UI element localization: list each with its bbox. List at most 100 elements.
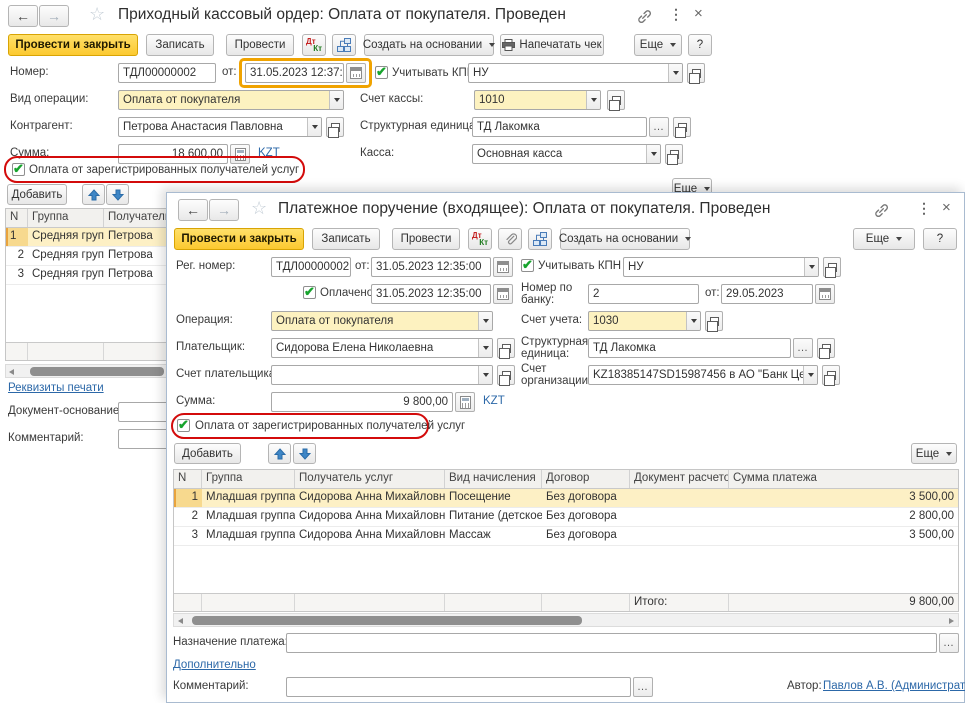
create-based-on-button[interactable]: Создать на основании xyxy=(364,34,494,56)
dropdown-arrow-icon[interactable] xyxy=(478,339,492,357)
save-button[interactable]: Записать xyxy=(312,228,380,250)
post-button[interactable]: Провести xyxy=(226,34,294,56)
help-button[interactable]: ? xyxy=(688,34,712,56)
dropdown-arrow-icon[interactable] xyxy=(804,258,818,276)
table-row[interactable]: 2 Младшая группа Сидорова Анна Михайловн… xyxy=(174,508,958,527)
contractor-open-button[interactable] xyxy=(326,117,344,137)
scroll-left-icon[interactable] xyxy=(9,369,14,375)
table-row[interactable]: 1 Младшая группа Сидорова Анна Михайловн… xyxy=(174,489,958,508)
cash-account-open-button[interactable] xyxy=(607,90,625,110)
col-group[interactable]: Группа xyxy=(28,209,104,227)
favorite-star-icon[interactable]: ☆ xyxy=(251,198,267,219)
document-structure-button[interactable] xyxy=(332,34,356,56)
additional-link[interactable]: Дополнительно xyxy=(173,659,256,671)
structural-unit-open-button[interactable] xyxy=(673,117,691,137)
cashbox-open-button[interactable] xyxy=(665,144,683,164)
post-and-close-button[interactable]: Провести и закрыть xyxy=(174,228,304,250)
calendar-button[interactable] xyxy=(493,257,513,277)
dropdown-arrow-icon[interactable] xyxy=(686,312,700,330)
post-button[interactable]: Провести xyxy=(392,228,460,250)
purpose-choose-button[interactable]: … xyxy=(939,633,959,653)
col-n[interactable]: N xyxy=(6,209,28,227)
kpn-open-button[interactable] xyxy=(823,257,841,277)
operation-kind-select[interactable]: Оплата от покупателя xyxy=(118,90,344,110)
save-button[interactable]: Записать xyxy=(146,34,214,56)
document-structure-button[interactable] xyxy=(528,228,552,250)
number-input[interactable]: ТДЛ00000002 xyxy=(118,63,216,83)
table-row[interactable]: 3 Средняя группа Петрова xyxy=(6,266,166,285)
payer-account-select[interactable] xyxy=(271,365,493,385)
cashbox-select[interactable]: Основная касса xyxy=(472,144,661,164)
dt-kt-button[interactable]: ДтКт xyxy=(302,34,326,56)
attachments-button[interactable] xyxy=(498,228,522,250)
calendar-button[interactable] xyxy=(815,284,835,304)
paid-date-input[interactable]: 31.05.2023 12:35:00 xyxy=(371,284,491,304)
col-settlement-doc[interactable]: Документ расчетов xyxy=(630,470,729,488)
col-recipient[interactable]: Получатель услуг xyxy=(104,209,166,227)
more-menu-icon[interactable]: ⋮ xyxy=(669,6,683,23)
kpn-checkbox[interactable] xyxy=(375,66,388,79)
payer-open-button[interactable] xyxy=(497,338,515,358)
forward-button[interactable]: → xyxy=(209,199,239,221)
contractor-select[interactable]: Петрова Анастасия Павловна xyxy=(118,117,322,137)
registered-recipients-checkbox[interactable] xyxy=(12,163,25,176)
dropdown-arrow-icon[interactable] xyxy=(478,312,492,330)
account-open-button[interactable] xyxy=(705,311,723,331)
org-account-select[interactable]: KZ18385147SD15987456 в АО "Банк Центр xyxy=(588,365,818,385)
structural-unit-choose-button[interactable]: … xyxy=(649,117,669,137)
add-row-button[interactable]: Добавить xyxy=(7,184,67,205)
move-down-button[interactable] xyxy=(293,443,316,464)
kpn-open-button[interactable] xyxy=(687,63,705,83)
table-row[interactable]: 1 Средняя группа Петрова xyxy=(6,228,166,247)
structural-unit-input[interactable]: ТД Лакомка xyxy=(588,338,791,358)
back-button[interactable]: ← xyxy=(8,5,38,27)
col-recipient[interactable]: Получатель услуг xyxy=(295,470,445,488)
col-group[interactable]: Группа xyxy=(202,470,295,488)
calendar-button[interactable] xyxy=(346,63,366,83)
table-more-button[interactable]: Еще xyxy=(911,443,957,464)
add-row-button[interactable]: Добавить xyxy=(174,443,241,464)
scroll-left-icon[interactable] xyxy=(178,618,183,624)
cash-account-select[interactable]: 1010 xyxy=(474,90,601,110)
table-row[interactable]: 3 Младшая группа Сидорова Анна Михайловн… xyxy=(174,527,958,546)
more-actions-button[interactable]: Еще xyxy=(634,34,682,56)
date-input[interactable]: 31.05.2023 12:37:00 xyxy=(245,63,344,83)
back-button[interactable]: ← xyxy=(178,199,208,221)
account-select[interactable]: 1030 xyxy=(588,311,701,331)
post-and-close-button[interactable]: Провести и закрыть xyxy=(8,34,138,56)
forward-button[interactable]: → xyxy=(39,5,69,27)
move-up-button[interactable] xyxy=(268,443,291,464)
print-details-link[interactable]: Реквизиты печати xyxy=(8,382,104,394)
structural-unit-open-button[interactable] xyxy=(817,338,835,358)
table-hscrollbar[interactable] xyxy=(173,613,959,627)
scrollbar-thumb[interactable] xyxy=(30,367,164,376)
org-account-open-button[interactable] xyxy=(822,365,840,385)
doc-base-input[interactable] xyxy=(118,402,168,422)
kpn-select[interactable]: НУ xyxy=(623,257,819,277)
dropdown-arrow-icon[interactable] xyxy=(668,64,682,82)
move-down-button[interactable] xyxy=(106,184,129,205)
more-actions-button[interactable]: Еще xyxy=(853,228,915,250)
calculator-button[interactable] xyxy=(455,392,475,412)
structural-unit-input[interactable]: ТД Лакомка xyxy=(472,117,647,137)
comment-input[interactable] xyxy=(286,677,631,697)
calendar-button[interactable] xyxy=(493,284,513,304)
bank-date-input[interactable]: 29.05.2023 xyxy=(721,284,813,304)
dropdown-arrow-icon[interactable] xyxy=(586,91,600,109)
paid-checkbox[interactable] xyxy=(303,286,316,299)
get-link-icon[interactable] xyxy=(873,202,890,219)
close-icon[interactable]: × xyxy=(942,199,951,216)
comment-choose-button[interactable]: … xyxy=(633,677,653,697)
dropdown-arrow-icon[interactable] xyxy=(646,145,660,163)
dt-kt-button[interactable]: ДтКт xyxy=(468,228,492,250)
purpose-input[interactable] xyxy=(286,633,937,653)
col-payment-amount[interactable]: Сумма платежа xyxy=(729,470,958,488)
amount-input[interactable]: 9 800,00 xyxy=(271,392,453,412)
payer-select[interactable]: Сидорова Елена Николаевна xyxy=(271,338,493,358)
currency-link[interactable]: KZT xyxy=(483,395,505,407)
table-hscrollbar[interactable] xyxy=(5,364,167,378)
get-link-icon[interactable] xyxy=(636,8,653,25)
structural-unit-choose-button[interactable]: … xyxy=(793,338,813,358)
dropdown-arrow-icon[interactable] xyxy=(803,366,817,384)
registered-recipients-checkbox[interactable] xyxy=(177,419,190,432)
